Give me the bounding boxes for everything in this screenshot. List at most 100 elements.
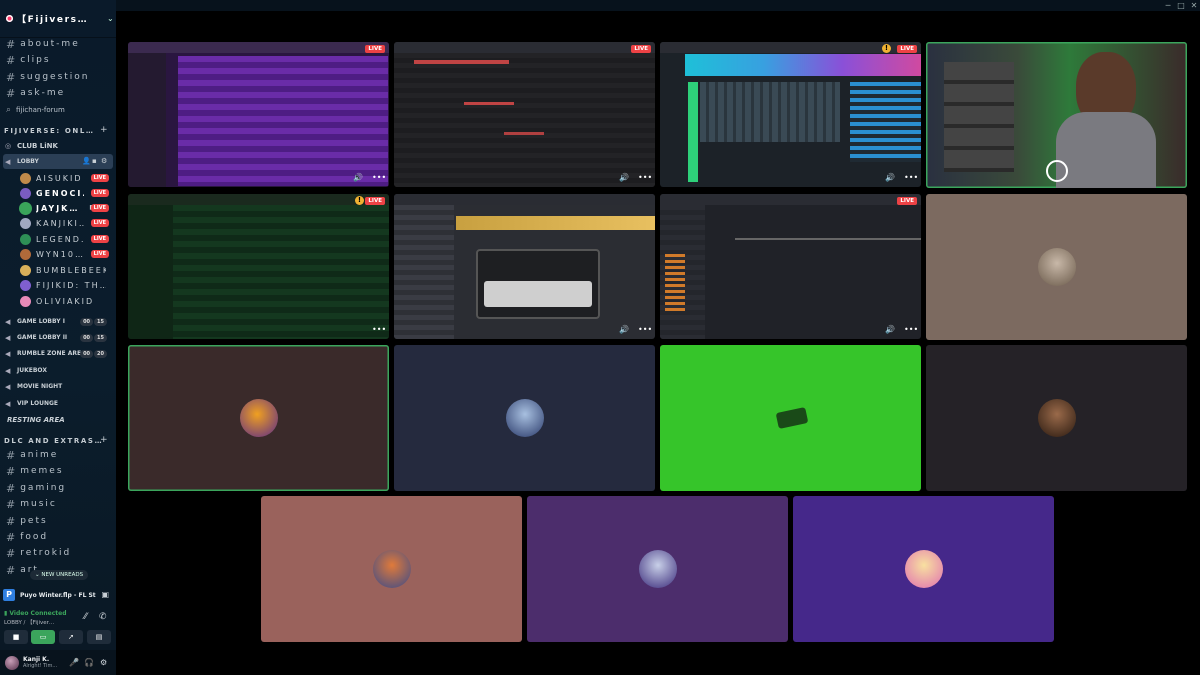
- channel-ask-me[interactable]: # ask-me: [6, 86, 65, 100]
- voice-channel-game-lobby-1[interactable]: ◀ GAME LOBBY I 00 15: [5, 315, 111, 328]
- voice-member[interactable]: WYN10… LIVE: [20, 247, 112, 261]
- channel-pets[interactable]: # pets: [6, 514, 48, 528]
- camera-button[interactable]: ■: [4, 630, 28, 644]
- speaker-icon: ◀: [5, 382, 11, 391]
- disconnect-icon[interactable]: ✆: [99, 612, 107, 622]
- channel-club-link[interactable]: ◎ CLUB LiNK: [5, 139, 111, 152]
- voice-member[interactable]: AISUKID LIVE: [20, 171, 112, 185]
- microphone-icon[interactable]: 🎤: [69, 658, 79, 667]
- webcam-tile[interactable]: [926, 42, 1187, 188]
- screen-share-button[interactable]: ▭: [31, 630, 55, 644]
- voice-channel-jukebox[interactable]: ◀ JUKEBOX: [5, 364, 111, 377]
- voice-channel-vip-lounge[interactable]: ◀ VIP LOUNGE: [5, 397, 111, 410]
- channel-fijichan-forum[interactable]: ⌕ fijichan-forum: [6, 103, 65, 117]
- chat-icon[interactable]: ▪: [92, 157, 97, 165]
- more-icon[interactable]: •••: [904, 325, 918, 334]
- voice-connected-status[interactable]: ▮ Video Connected: [4, 610, 67, 617]
- user-limit-badge: 00 15: [79, 333, 107, 342]
- headphones-icon[interactable]: 🎧: [84, 658, 94, 667]
- voice-channel-game-lobby-2[interactable]: ◀ GAME LOBBY II 00 15: [5, 331, 111, 344]
- live-badge: LIVE: [90, 204, 109, 212]
- add-channel-icon[interactable]: +: [100, 125, 108, 135]
- stream-tile[interactable]: LIVE 🔊 •••: [394, 42, 655, 187]
- voice-member[interactable]: JAYJK…■LIVE: [20, 201, 112, 215]
- channel-clips[interactable]: # clips: [6, 53, 51, 67]
- people-icon[interactable]: 👤: [82, 157, 91, 165]
- amp-knob-panel: [484, 281, 592, 307]
- maximize-icon[interactable]: □: [1174, 0, 1188, 11]
- stream-toolbar: [660, 194, 921, 205]
- participant-tile[interactable]: [394, 345, 655, 491]
- noise-suppression-icon[interactable]: ⁄⁄: [84, 612, 87, 622]
- avatar-logo: [775, 407, 809, 429]
- participant-tile[interactable]: [261, 496, 522, 642]
- participant-tile[interactable]: [128, 345, 389, 491]
- channel-memes[interactable]: # memes: [6, 464, 64, 478]
- stop-stream-icon[interactable]: ▣: [101, 590, 109, 599]
- stream-tile[interactable]: LIVE 🔊 •••: [128, 42, 389, 187]
- voice-member[interactable]: LEGEND… LIVE: [20, 232, 112, 246]
- participant-tile[interactable]: [926, 194, 1187, 340]
- channel-food[interactable]: # food: [6, 530, 48, 544]
- stream-tile[interactable]: 🔊 •••: [394, 194, 655, 339]
- more-icon[interactable]: •••: [638, 173, 652, 182]
- user-panel[interactable]: Kanji K. Alright! Tim…: [0, 650, 116, 675]
- voice-member[interactable]: KANJIKI… LIVE: [20, 216, 112, 230]
- stream-browser-pane: [128, 205, 173, 339]
- stream-piano-roll: [394, 53, 655, 187]
- stream-tile[interactable]: ! LIVE 🔊 •••: [660, 42, 921, 187]
- stream-tile[interactable]: ! LIVE •••: [128, 194, 389, 339]
- channel-anime[interactable]: # anime: [6, 448, 58, 462]
- close-icon[interactable]: ✕: [1187, 0, 1200, 11]
- stream-waveform: [685, 54, 921, 76]
- hash-icon: #: [6, 37, 16, 51]
- add-channel-icon[interactable]: +: [100, 435, 108, 445]
- channel-label: CLUB LiNK: [17, 141, 58, 150]
- volume-icon[interactable]: 🔊: [619, 173, 629, 182]
- channel-retrokid[interactable]: # retrokid: [6, 546, 71, 560]
- activities-button[interactable]: ➚: [59, 630, 83, 644]
- channel-music[interactable]: # music: [6, 497, 57, 511]
- count: 00: [80, 349, 94, 358]
- participant-tile[interactable]: [660, 345, 921, 491]
- volume-icon[interactable]: 🔊: [619, 325, 629, 334]
- category-dlc-and-extras[interactable]: DLC AND EXTRAS…: [4, 437, 103, 445]
- server-header[interactable]: 【Fijivers… ⌄: [0, 0, 116, 38]
- activity-panel[interactable]: P Puyo Winter.flp - FL St… ▣: [3, 586, 113, 604]
- avatar: [240, 399, 278, 437]
- settings-icon[interactable]: ⚙: [100, 658, 107, 667]
- volume-icon[interactable]: 🔊: [885, 173, 895, 182]
- soundboard-button[interactable]: ▤: [87, 630, 111, 644]
- volume-icon[interactable]: 🔊: [885, 325, 895, 334]
- channel-label: clips: [20, 55, 51, 65]
- voice-member[interactable]: OLIVIAKID: [20, 294, 112, 308]
- volume-icon[interactable]: 🔊: [353, 173, 363, 182]
- channel-gaming[interactable]: # gaming: [6, 481, 66, 495]
- minimize-icon[interactable]: ─: [1161, 0, 1175, 11]
- stream-tile[interactable]: LIVE 🔊 •••: [660, 194, 921, 339]
- voice-channel-movie-night[interactable]: ◀ MOVIE NIGHT: [5, 380, 111, 393]
- participant-tile[interactable]: [793, 496, 1054, 642]
- voice-channel-rumble-zone[interactable]: ◀ RUMBLE ZONE ARE… 00 20: [5, 347, 111, 360]
- channel-label: anime: [20, 450, 59, 460]
- voice-member[interactable]: BUMBLEBEEK…: [20, 263, 112, 277]
- resting-area[interactable]: RESTING AREA: [5, 413, 111, 426]
- gear-icon[interactable]: ⚙: [101, 157, 107, 165]
- category-fijiverse[interactable]: FIJIVERSE: ONL…: [4, 127, 95, 135]
- channel-about-me[interactable]: # about-me: [6, 37, 80, 51]
- new-unreads-button[interactable]: ⌄ NEW UNREADS: [30, 570, 89, 580]
- participant-tile[interactable]: [926, 345, 1187, 491]
- more-icon[interactable]: •••: [372, 173, 386, 182]
- avatar: [1038, 399, 1076, 437]
- voice-location[interactable]: LOBBY / 【Fijiver…: [4, 618, 54, 626]
- more-icon[interactable]: •••: [904, 173, 918, 182]
- channel-label: memes: [20, 466, 64, 476]
- voice-member[interactable]: FIJIKID: TH…: [20, 278, 112, 292]
- activity-title: Puyo Winter.flp - FL St…: [20, 591, 96, 599]
- participant-tile[interactable]: [527, 496, 788, 642]
- voice-member[interactable]: GENOCI… LIVE: [20, 186, 112, 200]
- more-icon[interactable]: •••: [372, 325, 386, 334]
- more-icon[interactable]: •••: [638, 325, 652, 334]
- channel-suggestion[interactable]: # suggestion: [6, 70, 90, 84]
- count: 00: [80, 317, 94, 326]
